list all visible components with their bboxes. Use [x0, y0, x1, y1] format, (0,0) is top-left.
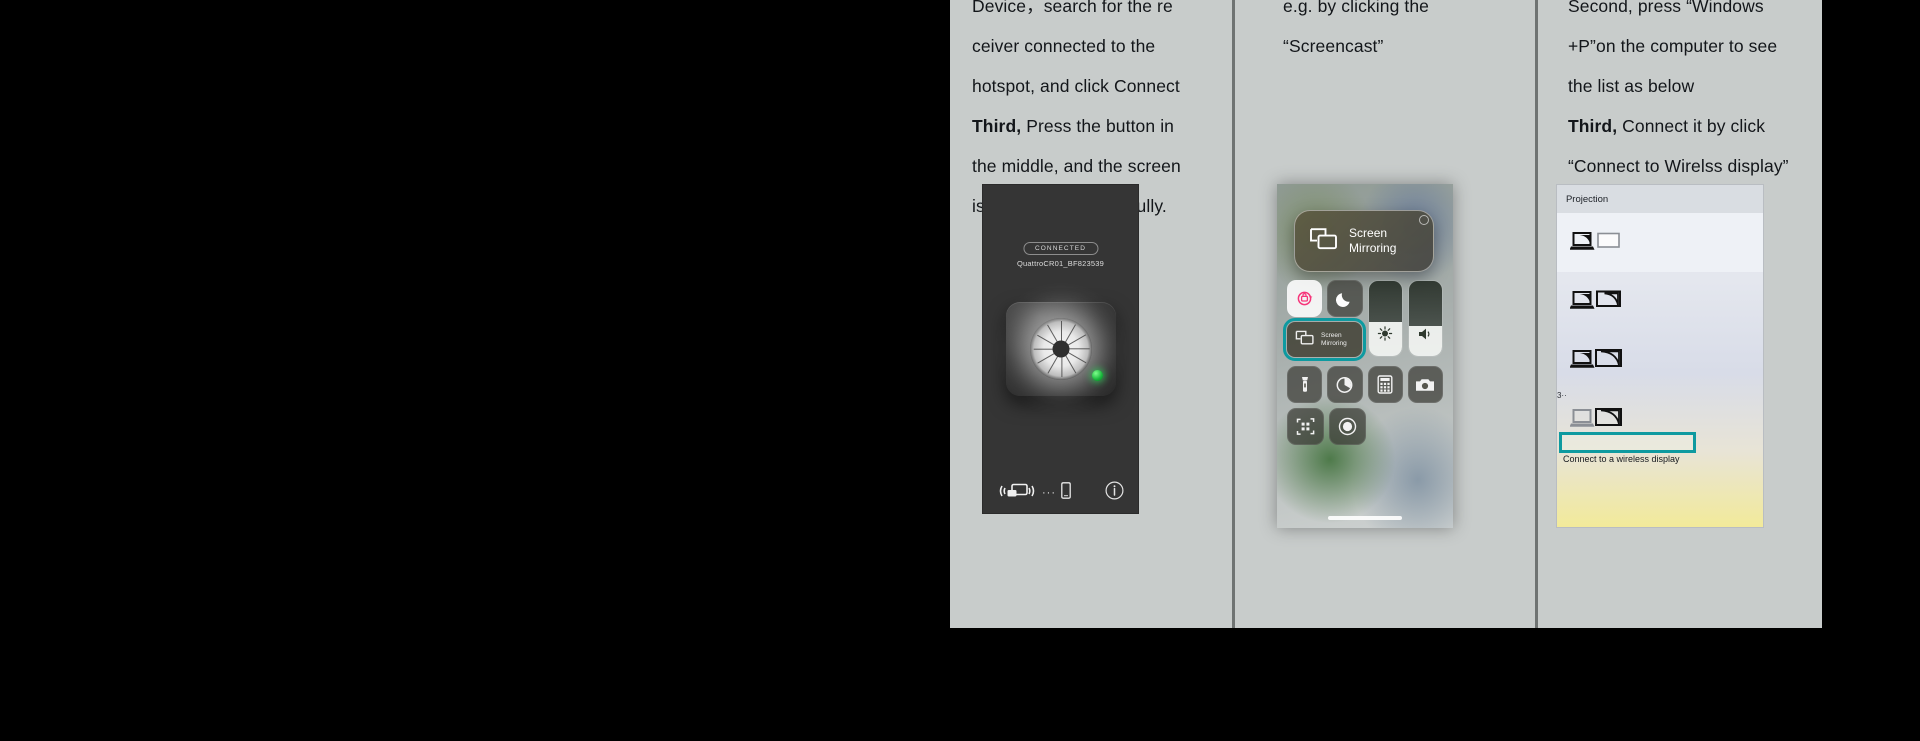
popup-title-line2: Mirroring	[1349, 241, 1397, 255]
calculator-icon[interactable]	[1367, 366, 1403, 403]
connect-wireless-display-link[interactable]: Connect to a wireless display	[1563, 454, 1680, 464]
instruction-line: Third, Connect it by click	[1568, 106, 1808, 146]
close-icon[interactable]	[1419, 215, 1430, 225]
do-not-disturb-moon-icon[interactable]	[1327, 280, 1363, 317]
instruction-line-bold: Third,	[1567, 116, 1618, 136]
instruction-line: the list as below	[1567, 76, 1695, 96]
flyout-edge-marks: 3··	[1556, 391, 1567, 400]
projection-option-pc-screen-only[interactable]	[1556, 213, 1763, 272]
screen-mirroring-popup[interactable]: Screen Mirroring	[1294, 210, 1435, 272]
instruction-line: hotspot, and click Connect	[972, 76, 1180, 96]
instruction-line: Second, press “Windows	[1567, 0, 1764, 16]
device-status-bar: ···	[983, 473, 1138, 513]
instruction-line: Device，search for the re	[972, 0, 1173, 16]
instruction-line-bold: Third,	[972, 116, 1022, 136]
status-led-icon	[1091, 370, 1103, 381]
screen-mirroring-icon	[1309, 227, 1339, 256]
camera-icon[interactable]	[1407, 366, 1444, 403]
brightness-slider[interactable]	[1367, 280, 1403, 357]
column-receiver: Device，search for the re ceiver connecte…	[950, 0, 1233, 628]
projection-header: Projection	[1556, 185, 1763, 213]
column-android: e.g. by clicking the “Screencast” Screen	[1235, 0, 1535, 628]
screen-mirroring-popup-label: Screen Mirroring	[1349, 226, 1396, 256]
brightness-icon	[1377, 326, 1393, 346]
cast-status-group: ···	[997, 481, 1071, 506]
flyout-shadow	[1556, 185, 1557, 528]
flashlight-icon[interactable]	[1287, 366, 1323, 403]
screen-mirroring-tile-label: Screen Mirroring	[1321, 332, 1347, 348]
volume-icon	[1417, 327, 1433, 346]
control-center-row	[1287, 408, 1443, 445]
instruction-line: e.g. by clicking the	[1283, 0, 1430, 16]
projection-option-extend[interactable]	[1557, 331, 1763, 390]
instruction-line-rest: Connect it by click	[1622, 116, 1766, 136]
device-name-label: QuattroCR01_BF823539	[1017, 259, 1104, 268]
instruction-band: Device，search for the re ceiver connecte…	[950, 0, 1822, 628]
instruction-line: “Screencast”	[1283, 36, 1384, 56]
volume-slider[interactable]	[1407, 280, 1444, 357]
rotation-lock-icon[interactable]	[1287, 280, 1323, 317]
status-badge: CONNECTED	[1022, 242, 1099, 255]
receiver-puck	[1005, 302, 1116, 396]
windows-instructions: Second, press “Windows +P”on the compute…	[1538, 0, 1822, 200]
dots-icon: ···	[1042, 487, 1056, 499]
qr-scanner-icon[interactable]	[1287, 408, 1325, 445]
home-indicator	[1328, 516, 1403, 520]
instruction-line: +P”on the computer to see	[1567, 36, 1778, 56]
instruction-line: Third, Press the button in	[972, 106, 1218, 146]
timer-icon[interactable]	[1327, 366, 1363, 403]
windows-projection-flyout: Projection 3·· Connect to a wireless dis…	[1555, 184, 1764, 528]
tile-label-line2: Mirroring	[1321, 339, 1347, 347]
phone-control-center-screenshot: Screen Mirroring Screen Mirroring	[1277, 184, 1454, 528]
column-windows: Second, press “Windows +P”on the compute…	[1537, 0, 1822, 628]
phone-icon	[1061, 482, 1071, 504]
screenshot-root: Device，search for the re ceiver connecte…	[0, 0, 1920, 741]
receiver-device-photo: CONNECTED QuattroCR01_BF823539 ···	[982, 184, 1139, 514]
control-center-grid: Screen Mirroring	[1283, 280, 1444, 450]
popup-title-line1: Screen	[1349, 226, 1388, 240]
tile-label-line1: Screen	[1321, 331, 1342, 339]
android-instructions: e.g. by clicking the “Screencast”	[1235, 0, 1535, 80]
screen-record-icon[interactable]	[1329, 408, 1367, 445]
puck-center-button[interactable]	[1052, 340, 1069, 358]
screen-mirroring-tile[interactable]: Screen Mirroring	[1283, 318, 1367, 361]
control-center-row	[1287, 366, 1444, 403]
projection-option-duplicate[interactable]	[1557, 272, 1763, 331]
info-icon[interactable]	[1105, 481, 1124, 505]
instruction-line: “Connect to Wirelss display”	[1567, 156, 1789, 176]
wireless-display-highlight[interactable]	[1558, 432, 1696, 453]
instruction-line: the middle, and the screen	[972, 156, 1181, 176]
instruction-line-rest: Press the button in	[1026, 116, 1175, 136]
cast-screen-icon	[997, 481, 1037, 506]
screen-mirroring-icon	[1295, 330, 1315, 350]
instruction-line: ceiver connected to the	[972, 36, 1156, 56]
